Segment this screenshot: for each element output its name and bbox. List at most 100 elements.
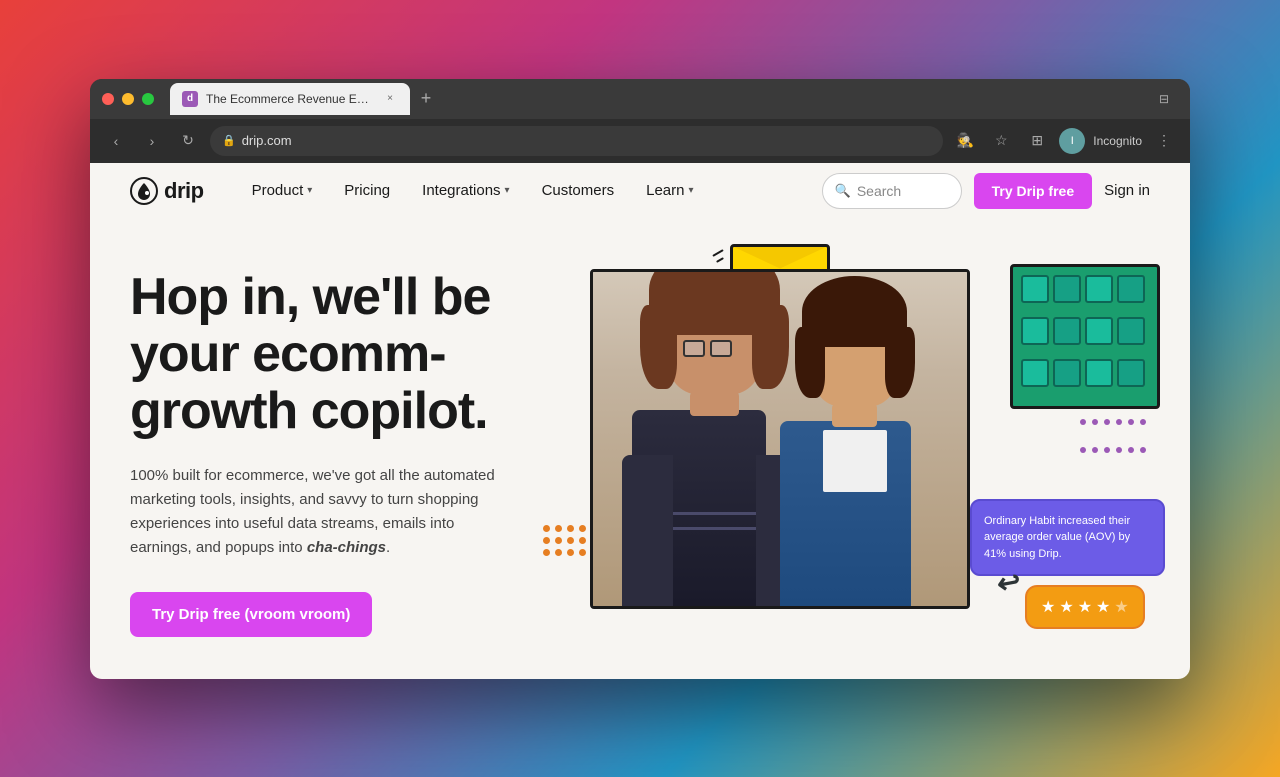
refresh-button[interactable]: ↻ bbox=[174, 127, 202, 155]
browser-toolbar: ‹ › ↻ 🔒 drip.com 🕵️ ☆ ⊞ I Incognito ⋮ bbox=[90, 119, 1190, 163]
search-icon: 🔍 bbox=[835, 183, 851, 199]
puzzle-piece-5 bbox=[1021, 317, 1049, 345]
nav-item-customers[interactable]: Customers bbox=[526, 174, 631, 207]
dot-1 bbox=[1080, 419, 1086, 425]
tab-favicon-label: d bbox=[187, 93, 193, 104]
purple-dots-decoration bbox=[1075, 414, 1155, 474]
puzzle-piece-9 bbox=[1021, 359, 1049, 387]
puzzle-piece-3 bbox=[1085, 275, 1113, 303]
nav-actions: 🔍 Search Try Drip free Sign in bbox=[822, 173, 1150, 209]
motion-lines bbox=[712, 252, 724, 261]
nav-learn-label: Learn bbox=[646, 182, 684, 199]
browser-chrome: d The Ecommerce Revenue Engi... × + ⊟ ‹ … bbox=[90, 79, 1190, 163]
dot-10 bbox=[1116, 447, 1122, 453]
white-shirt bbox=[823, 430, 887, 492]
testimonial-text: Ordinary Habit increased their average o… bbox=[984, 513, 1151, 563]
browser-titlebar: d The Ecommerce Revenue Engi... × + ⊟ bbox=[90, 79, 1190, 119]
orange-dot-5 bbox=[543, 537, 550, 544]
logo-text: drip bbox=[164, 178, 204, 204]
address-text: drip.com bbox=[242, 133, 292, 148]
puzzle-piece-1 bbox=[1021, 275, 1049, 303]
puzzle-decoration bbox=[1010, 264, 1160, 409]
close-traffic-light[interactable] bbox=[102, 93, 114, 105]
hero-description: 100% built for ecommerce, we've got all … bbox=[130, 464, 510, 560]
puzzle-piece-4 bbox=[1117, 275, 1145, 303]
browser-tab-active[interactable]: d The Ecommerce Revenue Engi... × bbox=[170, 83, 410, 115]
toolbar-actions: 🕵️ ☆ ⊞ I Incognito ⋮ bbox=[951, 127, 1178, 155]
sign-in-link[interactable]: Sign in bbox=[1104, 182, 1150, 199]
orange-dot-4 bbox=[579, 525, 586, 532]
nav-item-learn[interactable]: Learn ▾ bbox=[630, 174, 709, 207]
menu-icon[interactable]: ⋮ bbox=[1150, 127, 1178, 155]
orange-dot-1 bbox=[543, 525, 550, 532]
puzzle-piece-10 bbox=[1053, 359, 1081, 387]
dot-6 bbox=[1140, 419, 1146, 425]
photo-background bbox=[593, 272, 967, 606]
browser-tabs: d The Ecommerce Revenue Engi... × + bbox=[162, 83, 1142, 115]
orange-dot-12 bbox=[579, 549, 586, 556]
profile-initial: I bbox=[1071, 135, 1074, 147]
minimize-traffic-light[interactable] bbox=[122, 93, 134, 105]
dot-2 bbox=[1092, 419, 1098, 425]
nav-item-pricing[interactable]: Pricing bbox=[328, 174, 406, 207]
person-right bbox=[761, 322, 948, 606]
person-right-neck bbox=[832, 404, 877, 427]
site-nav: drip Product ▾ Pricing Integrations ▾ Cu… bbox=[90, 163, 1190, 219]
search-box[interactable]: 🔍 Search bbox=[822, 173, 962, 209]
profile-label: Incognito bbox=[1093, 134, 1142, 148]
star-5: ★ bbox=[1114, 597, 1128, 617]
drip-logo-icon bbox=[130, 177, 158, 205]
orange-dot-11 bbox=[567, 549, 574, 556]
hero-cta-button[interactable]: Try Drip free (vroom vroom) bbox=[130, 592, 372, 637]
star-1: ★ bbox=[1041, 597, 1055, 617]
hero-photo bbox=[590, 269, 970, 609]
hero-desc-emphasis: cha-chings bbox=[307, 539, 386, 556]
testimonial-bubble: Ordinary Habit increased their average o… bbox=[970, 499, 1165, 577]
puzzle-piece-6 bbox=[1053, 317, 1081, 345]
nav-integrations-label: Integrations bbox=[422, 182, 500, 199]
orange-dot-7 bbox=[567, 537, 574, 544]
site-logo[interactable]: drip bbox=[130, 177, 204, 205]
star-3: ★ bbox=[1078, 597, 1092, 617]
dot-5 bbox=[1128, 419, 1134, 425]
tab-close-button[interactable]: × bbox=[382, 91, 398, 107]
hook-decoration: ↩ bbox=[994, 564, 1023, 601]
tab-favicon: d bbox=[182, 91, 198, 107]
website-content: drip Product ▾ Pricing Integrations ▾ Cu… bbox=[90, 163, 1190, 679]
star-4: ★ bbox=[1096, 597, 1110, 617]
forward-button[interactable]: › bbox=[138, 127, 166, 155]
orange-dot-8 bbox=[579, 537, 586, 544]
new-tab-button[interactable]: + bbox=[412, 85, 440, 113]
bookmark-icon[interactable]: ☆ bbox=[987, 127, 1015, 155]
nav-item-product[interactable]: Product ▾ bbox=[236, 174, 329, 207]
orange-dot-10 bbox=[555, 549, 562, 556]
puzzle-piece-12 bbox=[1117, 359, 1145, 387]
hero-desc-text-2: . bbox=[386, 539, 390, 556]
stars-bubble: ★ ★ ★ ★ ★ bbox=[1025, 585, 1145, 629]
dot-9 bbox=[1104, 447, 1110, 453]
window-collapse-icon[interactable]: ⊟ bbox=[1150, 85, 1178, 113]
back-button[interactable]: ‹ bbox=[102, 127, 130, 155]
profile-avatar[interactable]: I bbox=[1059, 128, 1085, 154]
person-right-hair-side-l bbox=[795, 327, 825, 398]
nav-item-integrations[interactable]: Integrations ▾ bbox=[406, 174, 525, 207]
try-drip-button[interactable]: Try Drip free bbox=[974, 173, 1092, 209]
address-bar[interactable]: 🔒 drip.com bbox=[210, 126, 943, 156]
person-right-hair-side-r bbox=[885, 327, 915, 398]
puzzle-piece-7 bbox=[1085, 317, 1113, 345]
dot-4 bbox=[1116, 419, 1122, 425]
person-left-neck bbox=[690, 392, 739, 416]
nav-learn-chevron: ▾ bbox=[688, 185, 693, 196]
orange-dot-3 bbox=[567, 525, 574, 532]
nav-customers-label: Customers bbox=[542, 182, 615, 199]
extensions-icon[interactable]: ⊞ bbox=[1023, 127, 1051, 155]
dot-11 bbox=[1128, 447, 1134, 453]
orange-dot-6 bbox=[555, 537, 562, 544]
dot-8 bbox=[1092, 447, 1098, 453]
maximize-traffic-light[interactable] bbox=[142, 93, 154, 105]
dot-3 bbox=[1104, 419, 1110, 425]
incognito-icon: 🕵️ bbox=[951, 127, 979, 155]
orange-dot-9 bbox=[543, 549, 550, 556]
hero-title: Hop in, we'll be your ecomm-growth copil… bbox=[130, 269, 550, 441]
glasses bbox=[683, 340, 746, 357]
